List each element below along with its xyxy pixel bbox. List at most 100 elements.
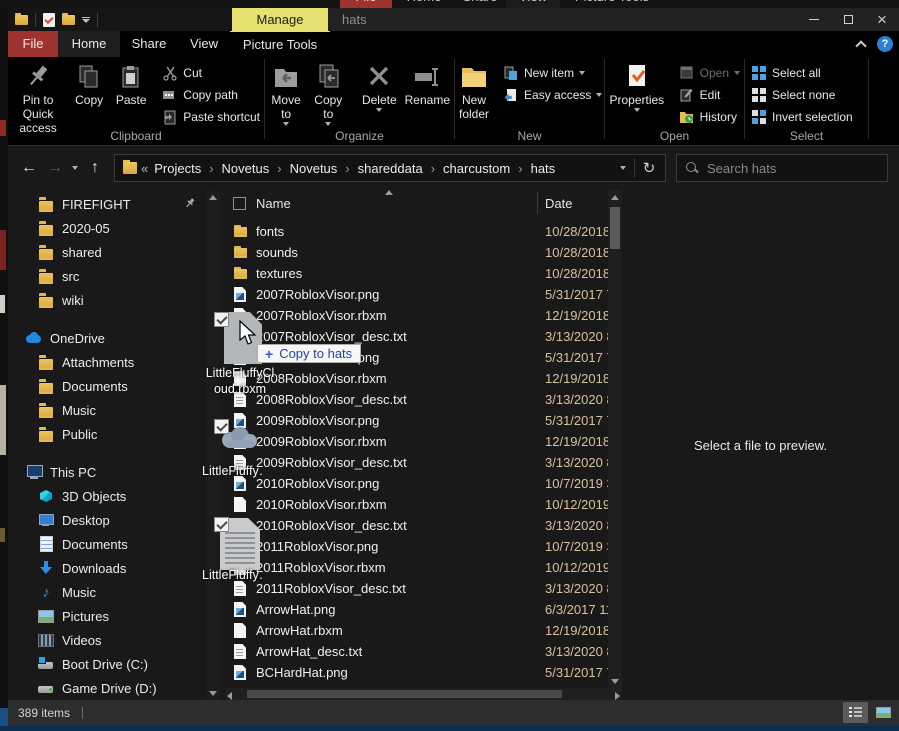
tab-view[interactable]: View [178,31,230,57]
help-icon[interactable] [877,36,893,52]
tab-file[interactable]: File [8,31,58,57]
file-row[interactable]: 2010RobloxVisor_desc.txt 3/13/2020 8 [225,515,608,536]
edit-button[interactable]: Edit [675,84,744,106]
file-row[interactable]: 2009RobloxVisor_desc.txt 3/13/2020 8 [225,452,608,473]
minimize-button[interactable] [797,8,831,31]
scroll-left-icon[interactable] [227,690,232,700]
file-row[interactable]: 2010RobloxVisor.png 10/7/2019 3 [225,473,608,494]
recent-locations-caret[interactable] [72,166,78,170]
search-box[interactable]: Search hats [676,154,888,182]
file-row[interactable]: ArrowHat.rbxm 12/19/2018 [225,620,608,641]
collapse-ribbon-icon[interactable] [855,40,866,51]
copy-button[interactable]: Copy [69,60,109,126]
back-button[interactable]: ← [16,159,42,177]
new-item-button[interactable]: New item [499,62,606,84]
file-row[interactable]: sounds 10/28/2018 [225,242,608,263]
sidebar-item[interactable]: Attachments [8,350,206,374]
file-row[interactable]: fonts 10/28/2018 [225,221,608,242]
scroll-up-icon[interactable] [206,190,220,204]
refresh-icon[interactable]: ↻ [637,159,661,177]
scrollbar-thumb[interactable] [247,690,562,698]
file-row[interactable]: 2011RobloxVisor.rbxm 10/12/2019 [225,557,608,578]
file-row[interactable]: 2009RobloxVisor.png 5/31/2017 7 [225,410,608,431]
rename-button[interactable]: Rename [402,60,453,126]
sidebar-item[interactable]: Game Drive (D:) [8,676,206,700]
close-button[interactable] [865,8,899,31]
sidebar-item[interactable]: Boot Drive (C:) [8,652,206,676]
file-row[interactable]: 2010RobloxVisor.rbxm 10/12/2019 [225,494,608,515]
sidebar-item[interactable]: Music [8,398,206,422]
tab-share[interactable]: Share [120,31,178,57]
new-folder-button[interactable]: New folder [456,60,492,126]
details-view-button[interactable] [843,702,868,723]
column-divider[interactable] [537,192,538,214]
qat-properties-icon[interactable] [43,13,55,27]
file-row[interactable]: 2007RobloxVisor.rbxm 12/19/2018 [225,305,608,326]
breadcrumb-item[interactable]: hats [510,161,555,176]
scroll-down-icon[interactable] [206,686,220,700]
sidebar-item[interactable]: Documents [8,532,206,556]
file-row[interactable]: ArrowHat_desc.txt 3/13/2020 8 [225,641,608,662]
tab-home[interactable]: Home [58,31,120,57]
paste-button[interactable]: Paste [111,60,151,126]
invert-selection-button[interactable]: Invert selection [747,106,857,128]
sidebar-item[interactable]: Videos [8,628,206,652]
qat-folder-icon[interactable] [15,15,28,25]
properties-button[interactable]: Properties [606,60,668,126]
scrollbar-thumb[interactable] [610,207,620,249]
scroll-up-icon[interactable] [608,195,622,200]
maximize-button[interactable] [831,8,865,31]
file-row[interactable]: 2008RobloxVisor.rbxm 12/19/2018 [225,368,608,389]
file-row[interactable]: 2008RobloxVisor.png 5/31/2017 7 [225,347,608,368]
sidebar-item[interactable]: Music [8,580,206,604]
file-row[interactable]: 2011RobloxVisor.png 10/7/2019 3 [225,536,608,557]
qat-customize-icon[interactable] [82,17,90,23]
sidebar-item[interactable]: Public [8,422,206,446]
sidebar-item[interactable]: 3D Objects [8,484,206,508]
breadcrumb-item[interactable]: charcustom [423,161,511,176]
file-row[interactable]: 2011RobloxVisor_desc.txt 3/13/2020 8 [225,578,608,599]
scroll-down-icon[interactable] [608,674,622,688]
copy-to-button[interactable]: Copy to [308,60,348,126]
file-list-horizontal-scrollbar[interactable] [225,688,622,700]
cut-button[interactable]: Cut [158,62,264,84]
address-bar[interactable]: « ProjectsNovetusNovetusshareddatacharcu… [114,154,666,182]
breadcrumb-item[interactable]: Novetus [201,161,269,176]
select-all-button[interactable]: Select all [747,62,857,84]
breadcrumb-item[interactable]: Projects [154,161,201,176]
file-row[interactable]: ArrowHat.png 6/3/2017 11 [225,599,608,620]
sidebar-item[interactable]: shared [8,240,206,264]
sidebar-item[interactable]: OneDrive [8,326,206,350]
sidebar-item[interactable]: Documents [8,374,206,398]
file-row[interactable]: 2007RobloxVisor.png 5/31/2017 7 [225,284,608,305]
column-header-name[interactable]: Name [256,196,291,211]
delete-button[interactable]: Delete [359,60,400,126]
scroll-right-icon[interactable] [615,690,620,700]
select-all-checkbox[interactable] [233,197,246,210]
sidebar-item[interactable]: Downloads [8,556,206,580]
thumbnails-view-button[interactable] [871,702,896,723]
column-header-date[interactable]: Date [545,196,572,211]
file-row[interactable]: textures 10/28/2018 [225,263,608,284]
tab-picture-tools[interactable]: Picture Tools [230,31,330,57]
breadcrumb-item[interactable]: shareddata [337,161,422,176]
sidebar-item[interactable]: 2020-05 [8,216,206,240]
sidebar-item[interactable]: wiki [8,288,206,312]
sidebar-scrollbar[interactable] [206,190,220,700]
easy-access-button[interactable]: Easy access [499,84,606,106]
select-none-button[interactable]: Select none [747,84,857,106]
breadcrumb-item[interactable]: Novetus [269,161,337,176]
file-row[interactable]: 2008RobloxVisor_desc.txt 3/13/2020 8 [225,389,608,410]
qat-new-folder-icon[interactable] [62,15,75,25]
collapsed-crumbs-icon[interactable]: « [141,161,148,176]
paste-shortcut-button[interactable]: Paste shortcut [158,106,264,128]
file-row[interactable]: BCHardHat.png 5/31/2017 7 [225,662,608,683]
move-to-button[interactable]: Move to [266,60,306,126]
history-button[interactable]: History [675,106,744,128]
sidebar-item[interactable]: Pictures [8,604,206,628]
forward-button[interactable]: → [42,159,68,177]
file-row[interactable]: 2009RobloxVisor.rbxm 12/19/2018 [225,431,608,452]
file-row[interactable]: 2007RobloxVisor_desc.txt 3/13/2020 8 [225,326,608,347]
sidebar-item[interactable]: This PC [8,460,206,484]
manage-contextual-tab[interactable]: Manage [232,8,328,31]
